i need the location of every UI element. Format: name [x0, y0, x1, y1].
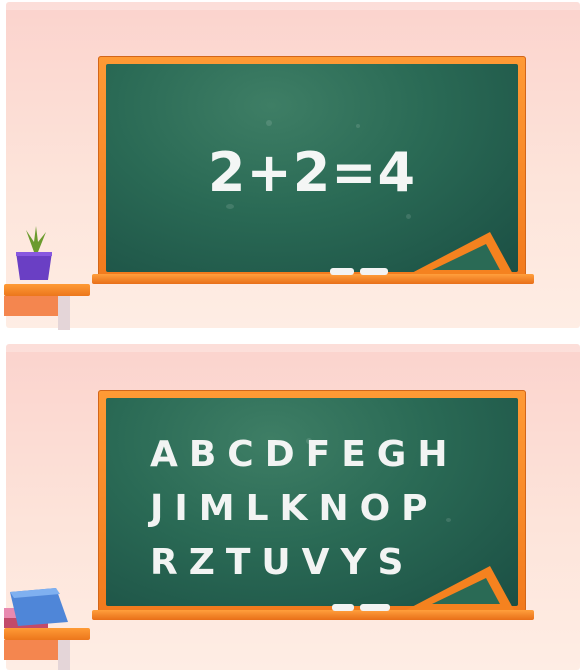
classroom-scene-bottom: ABCDFEGH JIMLKNOP RZTUVYS	[0, 342, 586, 672]
alphabet-row: JIMLKNOP	[150, 488, 439, 529]
shelf-body	[4, 640, 62, 660]
books-icon	[4, 588, 68, 628]
set-square-icon	[406, 566, 514, 610]
chalk-smudge	[226, 204, 234, 209]
classroom-scene-top: 2+2=4	[0, 0, 586, 330]
chalk-smudge	[406, 214, 411, 219]
alphabet-row: ABCDFEGH	[150, 434, 459, 475]
side-shelf	[4, 628, 90, 640]
shelf-body	[4, 296, 62, 316]
potted-plant-icon	[16, 226, 52, 280]
chalk-icon	[332, 604, 354, 611]
chalk-icon	[360, 268, 388, 275]
chalk-icon	[360, 604, 390, 611]
chalk-ledge	[92, 274, 534, 284]
shelf-leg	[58, 640, 70, 670]
chalk-icon	[330, 268, 354, 275]
math-equation: 2+2=4	[207, 141, 417, 204]
side-shelf	[4, 284, 90, 296]
shelf-leg	[58, 296, 70, 330]
chalk-smudge	[266, 120, 272, 126]
set-square-icon	[406, 232, 514, 276]
chalk-ledge	[92, 610, 534, 620]
chalk-smudge	[356, 124, 360, 128]
